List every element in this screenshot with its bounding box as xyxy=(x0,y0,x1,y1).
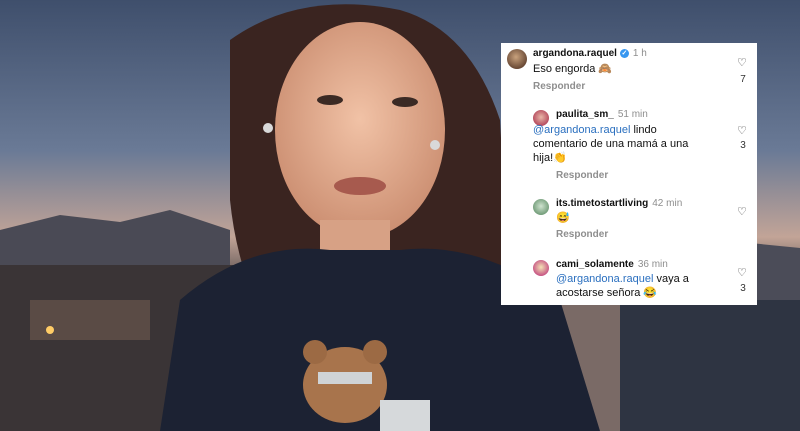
comment-header: argandona.raquel ✓ 1 h xyxy=(533,48,647,59)
reply-button[interactable]: Responder xyxy=(556,170,608,181)
heart-icon[interactable]: ♡ xyxy=(737,56,747,69)
comment-text: Eso engorda 🙈 xyxy=(533,63,613,75)
heart-icon[interactable]: ♡ xyxy=(737,124,747,137)
heart-icon[interactable]: ♡ xyxy=(737,266,747,279)
like-count: 3 xyxy=(740,140,746,151)
comment-header: cami_solamente 36 min xyxy=(556,259,668,270)
comment-header: paulita_sm_ 51 min xyxy=(556,109,648,120)
comment: cami_solamente 36 min @argandona.raquel v… xyxy=(501,254,757,305)
username[interactable]: cami_solamente xyxy=(556,259,634,270)
comment-text-part: vaya a xyxy=(653,273,689,285)
comment-text: 😅 xyxy=(556,212,570,224)
timestamp: 1 h xyxy=(632,48,647,59)
mention-link[interactable]: @argandona.raquel xyxy=(533,124,630,136)
comment: argandona.raquel ✓ 1 h Eso engorda 🙈 Respo… xyxy=(501,43,757,103)
comment-text-part: lindo xyxy=(630,124,657,136)
like-count: 7 xyxy=(740,74,746,85)
comment-text: @argandona.raquel vaya a acostarse señor… xyxy=(556,272,689,300)
like-count: 3 xyxy=(740,283,746,294)
mention-link[interactable]: @argandona.raquel xyxy=(556,273,653,285)
comments-panel: argandona.raquel ✓ 1 h Eso engorda 🙈 Respo… xyxy=(501,43,757,305)
timestamp: 42 min xyxy=(652,198,683,209)
avatar[interactable] xyxy=(533,260,549,276)
verified-badge-icon: ✓ xyxy=(619,49,629,58)
username[interactable]: argandona.raquel xyxy=(533,48,617,59)
reply-button[interactable]: Responder xyxy=(533,81,585,92)
comment-header: its.timetostartliving 42 min xyxy=(556,198,682,209)
comment: its.timetostartliving 42 min 😅 Responder … xyxy=(501,193,757,245)
heart-icon[interactable]: ♡ xyxy=(737,205,747,218)
username[interactable]: paulita_sm_ xyxy=(556,109,614,120)
timestamp: 51 min xyxy=(617,109,648,120)
comment-text: @argandona.raquel lindo comentario de un… xyxy=(533,123,688,165)
avatar[interactable] xyxy=(533,199,549,215)
username[interactable]: its.timetostartliving xyxy=(556,198,648,209)
comment-text-part: acostarse señora 😂 xyxy=(556,287,658,299)
comment-text-part: hija!👏 xyxy=(533,152,567,164)
comment-text-part: comentario de una mamá a una xyxy=(533,138,689,150)
avatar[interactable] xyxy=(507,49,527,69)
timestamp: 36 min xyxy=(637,259,668,270)
comment: paulita_sm_ 51 min @argandona.raquel lind… xyxy=(501,104,757,184)
reply-button[interactable]: Responder xyxy=(556,229,608,240)
